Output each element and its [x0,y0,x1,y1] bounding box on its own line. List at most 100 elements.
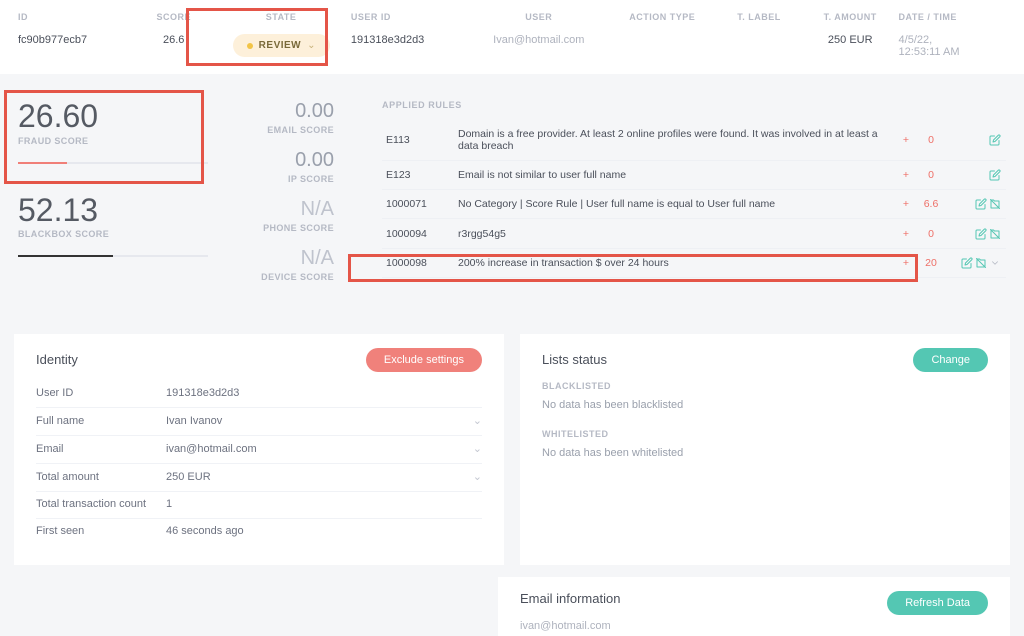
rule-plus: + [896,248,916,277]
rule-code: 1000098 [382,248,454,277]
rule-row: 1000071No Category | Score Rule | User f… [382,190,1006,219]
edit-rule-icon[interactable] [960,257,974,269]
chevron-down-icon[interactable]: ⌄ [473,414,482,427]
email-info-email: ivan@hotmail.com [520,620,988,632]
chevron-down-icon[interactable]: ⌄ [473,442,482,455]
col-action: ACTION TYPE [609,12,716,34]
col-user: USER [469,12,609,34]
cell-id: fc90b977ecb7 [18,34,136,58]
whitelisted-empty: No data has been whitelisted [542,447,988,459]
rule-desc: No Category | Score Rule | User full nam… [454,190,896,219]
identity-value: ivan@hotmail.com [166,443,473,455]
identity-card: Identity Exclude settings User ID191318e… [14,334,504,565]
cell-score: 26.6 [136,34,211,58]
lists-status-card: Lists status Change BLACKLISTED No data … [520,334,1010,565]
cell-action [609,34,716,58]
identity-value: Ivan Ivanov [166,415,473,427]
rule-points: 6.6 [916,190,946,219]
blackbox-score-block: 52.13 BLACKBOX SCORE [18,194,208,258]
identity-value: 1 [166,498,482,510]
cell-tlabel [716,34,802,58]
email-info-card: Email information Refresh Data ivan@hotm… [498,577,1010,636]
rule-row: E123Email is not similar to user full na… [382,161,1006,190]
rule-plus: + [896,120,916,161]
state-dot-icon [247,43,253,49]
rule-desc: 200% increase in transaction $ over 24 h… [454,248,896,277]
col-datetime: DATE / TIME [899,12,1006,34]
rule-plus: + [896,219,916,248]
identity-key: User ID [36,387,166,399]
disable-rule-icon[interactable] [988,227,1002,239]
fraud-score-block: 26.60 FRAUD SCORE [18,100,208,164]
edit-rule-icon[interactable] [988,134,1002,146]
applied-rules-title: APPLIED RULES [382,100,1006,110]
disable-rule-icon[interactable] [974,257,988,269]
identity-key: Total amount [36,471,166,483]
cell-tamount: 250 EUR [802,34,899,58]
ip-score-block: 0.00 IP SCORE [232,149,334,184]
blacklisted-heading: BLACKLISTED [542,381,988,391]
col-tamount: T. AMOUNT [802,12,899,34]
identity-value: 250 EUR [166,471,473,483]
email-score-block: 0.00 EMAIL SCORE [232,100,334,135]
identity-key: Full name [36,415,166,427]
fraud-score-bar [18,162,67,164]
phone-score-block: N/A PHONE SCORE [232,198,334,233]
rule-plus: + [896,161,916,190]
state-label: REVIEW [259,40,301,51]
applied-rules-table: E113Domain is a free provider. At least … [382,120,1006,278]
rule-desc: Email is not similar to user full name [454,161,896,190]
rule-plus: + [896,190,916,219]
rule-points: 0 [916,120,946,161]
transaction-row: fc90b977ecb7 26.6 REVIEW ⌄ 191318e3d2d3 … [18,34,1006,58]
col-score: SCORE [136,12,211,34]
change-lists-button[interactable]: Change [913,348,988,372]
cell-time: 12:53:11 AM [899,46,1006,58]
cell-date: 4/5/22, [899,34,1006,46]
col-tlabel: T. LABEL [716,12,802,34]
cell-userid: 191318e3d2d3 [351,34,469,58]
rule-code: 1000094 [382,219,454,248]
rule-points: 20 [916,248,946,277]
col-userid: USER ID [351,12,469,34]
col-id: ID [18,12,136,34]
identity-value: 46 seconds ago [166,525,482,537]
identity-key: First seen [36,525,166,537]
chevron-down-icon[interactable] [988,257,1002,269]
edit-rule-icon[interactable] [974,227,988,239]
rule-points: 0 [916,219,946,248]
rule-desc: Domain is a free provider. At least 2 on… [454,120,896,161]
rule-row: 1000098200% increase in transaction $ ov… [382,248,1006,277]
identity-row: Total transaction count1 [36,492,482,519]
edit-rule-icon[interactable] [988,169,1002,181]
refresh-data-button[interactable]: Refresh Data [887,591,988,615]
fraud-score-label: FRAUD SCORE [18,136,208,146]
rule-row: E113Domain is a free provider. At least … [382,120,1006,161]
device-score-block: N/A DEVICE SCORE [232,247,334,282]
disable-rule-icon[interactable] [988,198,1002,210]
chevron-down-icon[interactable]: ⌄ [473,470,482,483]
blackbox-score-label: BLACKBOX SCORE [18,229,208,239]
identity-row: Total amount250 EUR⌄ [36,464,482,492]
edit-rule-icon[interactable] [974,198,988,210]
fraud-score-value: 26.60 [18,100,208,134]
identity-key: Total transaction count [36,498,166,510]
identity-row: Emailivan@hotmail.com⌄ [36,436,482,464]
blacklisted-empty: No data has been blacklisted [542,399,988,411]
rule-desc: r3rgg54g5 [454,219,896,248]
identity-value: 191318e3d2d3 [166,387,482,399]
identity-row: User ID191318e3d2d3 [36,381,482,408]
identity-row: Full nameIvan Ivanov⌄ [36,408,482,436]
blackbox-score-value: 52.13 [18,194,208,228]
rule-points: 0 [916,161,946,190]
state-dropdown[interactable]: REVIEW ⌄ [233,34,330,57]
whitelisted-heading: WHITELISTED [542,429,988,439]
col-state: STATE [211,12,351,34]
rule-row: 1000094r3rgg54g5+0 [382,219,1006,248]
transaction-header: ID SCORE STATE USER ID USER ACTION TYPE … [0,0,1024,74]
identity-key: Email [36,443,166,455]
blackbox-score-bar [18,255,113,257]
chevron-down-icon: ⌄ [307,40,315,51]
exclude-settings-button[interactable]: Exclude settings [366,348,482,372]
cell-user: Ivan@hotmail.com [469,34,609,58]
